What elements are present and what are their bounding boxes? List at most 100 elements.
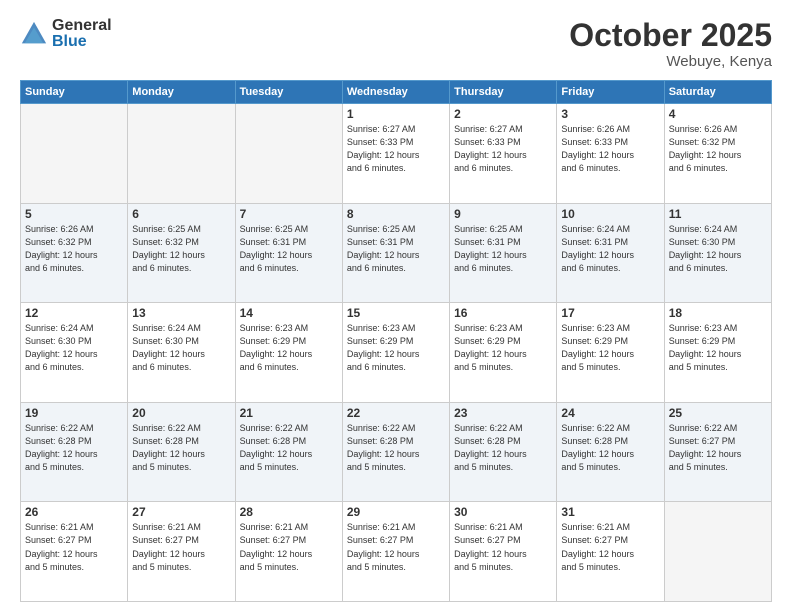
day-number: 30: [454, 505, 552, 519]
day-number: 2: [454, 107, 552, 121]
table-row: 10 Sunrise: 6:24 AM Sunset: 6:31 PM Dayli…: [557, 203, 664, 303]
day-info: Sunrise: 6:22 AM Sunset: 6:28 PM Dayligh…: [561, 422, 659, 474]
day-number: 25: [669, 406, 767, 420]
day-number: 9: [454, 207, 552, 221]
day-info: Sunrise: 6:24 AM Sunset: 6:30 PM Dayligh…: [132, 322, 230, 374]
table-row: 28Sunrise: 6:21 AM Sunset: 6:27 PM Dayli…: [235, 502, 342, 602]
day-info: Sunrise: 6:23 AM Sunset: 6:29 PM Dayligh…: [669, 322, 767, 374]
day-info: Sunrise: 6:24 AM Sunset: 6:30 PM Dayligh…: [669, 223, 767, 275]
table-row: 8 Sunrise: 6:25 AM Sunset: 6:31 PM Daylig…: [342, 203, 449, 303]
day-number: 10: [561, 207, 659, 221]
col-thursday: Thursday: [450, 81, 557, 104]
table-row: 31Sunrise: 6:21 AM Sunset: 6:27 PM Dayli…: [557, 502, 664, 602]
day-number: 20: [132, 406, 230, 420]
day-info: Sunrise: 6:26 AM Sunset: 6:33 PM Dayligh…: [561, 123, 659, 175]
table-row: 21Sunrise: 6:22 AM Sunset: 6:28 PM Dayli…: [235, 402, 342, 502]
table-row: 18 Sunrise: 6:23 AM Sunset: 6:29 PM Dayli…: [664, 303, 771, 403]
day-number: 12: [25, 306, 123, 320]
table-row: 26 Sunrise: 6:21 AM Sunset: 6:27 PM Dayli…: [21, 502, 128, 602]
day-number: 17: [561, 306, 659, 320]
day-info: Sunrise: 6:27 AM Sunset: 6:33 PM Dayligh…: [347, 123, 445, 175]
day-info: Sunrise: 6:22 AM Sunset: 6:28 PM Dayligh…: [25, 422, 123, 474]
day-number: 3: [561, 107, 659, 121]
day-number: 8: [347, 207, 445, 221]
day-number: 14: [240, 306, 338, 320]
month-title: October 2025: [569, 18, 772, 53]
day-info: Sunrise: 6:21 AM Sunset: 6:27 PM Dayligh…: [240, 521, 338, 573]
header-row: Sunday Monday Tuesday Wednesday Thursday…: [21, 81, 772, 104]
table-row: [128, 104, 235, 204]
day-info: Sunrise: 6:24 AM Sunset: 6:31 PM Dayligh…: [561, 223, 659, 275]
table-row: [235, 104, 342, 204]
day-number: 22: [347, 406, 445, 420]
table-row: 19Sunrise: 6:22 AM Sunset: 6:28 PM Dayli…: [21, 402, 128, 502]
day-number: 4: [669, 107, 767, 121]
day-info: Sunrise: 6:22 AM Sunset: 6:28 PM Dayligh…: [132, 422, 230, 474]
day-number: 11: [669, 207, 767, 221]
day-number: 7: [240, 207, 338, 221]
day-number: 13: [132, 306, 230, 320]
day-number: 1: [347, 107, 445, 121]
day-info: Sunrise: 6:25 AM Sunset: 6:31 PM Dayligh…: [347, 223, 445, 275]
col-wednesday: Wednesday: [342, 81, 449, 104]
day-info: Sunrise: 6:22 AM Sunset: 6:27 PM Dayligh…: [669, 422, 767, 474]
calendar-week-row: 12 Sunrise: 6:24 AM Sunset: 6:30 PM Dayli…: [21, 303, 772, 403]
table-row: 7Sunrise: 6:25 AM Sunset: 6:31 PM Daylig…: [235, 203, 342, 303]
day-info: Sunrise: 6:25 AM Sunset: 6:31 PM Dayligh…: [454, 223, 552, 275]
day-number: 6: [132, 207, 230, 221]
logo-icon: [20, 20, 48, 48]
page: General Blue October 2025 Webuye, Kenya …: [0, 0, 792, 612]
day-number: 23: [454, 406, 552, 420]
table-row: 5 Sunrise: 6:26 AM Sunset: 6:32 PM Daylig…: [21, 203, 128, 303]
table-row: 6Sunrise: 6:25 AM Sunset: 6:32 PM Daylig…: [128, 203, 235, 303]
header: General Blue October 2025 Webuye, Kenya: [20, 18, 772, 70]
day-info: Sunrise: 6:21 AM Sunset: 6:27 PM Dayligh…: [454, 521, 552, 573]
table-row: 15 Sunrise: 6:23 AM Sunset: 6:29 PM Dayli…: [342, 303, 449, 403]
title-block: October 2025 Webuye, Kenya: [569, 18, 772, 70]
table-row: 11 Sunrise: 6:24 AM Sunset: 6:30 PM Dayli…: [664, 203, 771, 303]
day-info: Sunrise: 6:22 AM Sunset: 6:28 PM Dayligh…: [454, 422, 552, 474]
day-number: 24: [561, 406, 659, 420]
table-row: [21, 104, 128, 204]
table-row: 27 Sunrise: 6:21 AM Sunset: 6:27 PM Dayli…: [128, 502, 235, 602]
logo-general: General: [52, 18, 112, 34]
day-number: 21: [240, 406, 338, 420]
table-row: 2Sunrise: 6:27 AM Sunset: 6:33 PM Daylig…: [450, 104, 557, 204]
table-row: 12Sunrise: 6:24 AM Sunset: 6:30 PM Dayli…: [21, 303, 128, 403]
col-monday: Monday: [128, 81, 235, 104]
table-row: 29 Sunrise: 6:21 AM Sunset: 6:27 PM Dayli…: [342, 502, 449, 602]
table-row: 16Sunrise: 6:23 AM Sunset: 6:29 PM Dayli…: [450, 303, 557, 403]
table-row: 30 Sunrise: 6:21 AM Sunset: 6:27 PM Dayli…: [450, 502, 557, 602]
calendar-week-row: 26 Sunrise: 6:21 AM Sunset: 6:27 PM Dayli…: [21, 502, 772, 602]
day-info: Sunrise: 6:21 AM Sunset: 6:27 PM Dayligh…: [132, 521, 230, 573]
day-number: 5: [25, 207, 123, 221]
day-number: 27: [132, 505, 230, 519]
calendar-week-row: 5 Sunrise: 6:26 AM Sunset: 6:32 PM Daylig…: [21, 203, 772, 303]
calendar-week-row: 1 Sunrise: 6:27 AM Sunset: 6:33 PM Daylig…: [21, 104, 772, 204]
day-number: 15: [347, 306, 445, 320]
table-row: 1 Sunrise: 6:27 AM Sunset: 6:33 PM Daylig…: [342, 104, 449, 204]
day-number: 29: [347, 505, 445, 519]
logo-blue: Blue: [52, 34, 112, 50]
day-info: Sunrise: 6:23 AM Sunset: 6:29 PM Dayligh…: [347, 322, 445, 374]
table-row: 4 Sunrise: 6:26 AM Sunset: 6:32 PM Daylig…: [664, 104, 771, 204]
day-info: Sunrise: 6:21 AM Sunset: 6:27 PM Dayligh…: [561, 521, 659, 573]
day-info: Sunrise: 6:26 AM Sunset: 6:32 PM Dayligh…: [25, 223, 123, 275]
table-row: 9 Sunrise: 6:25 AM Sunset: 6:31 PM Daylig…: [450, 203, 557, 303]
day-info: Sunrise: 6:26 AM Sunset: 6:32 PM Dayligh…: [669, 123, 767, 175]
table-row: 14Sunrise: 6:23 AM Sunset: 6:29 PM Dayli…: [235, 303, 342, 403]
day-info: Sunrise: 6:23 AM Sunset: 6:29 PM Dayligh…: [454, 322, 552, 374]
table-row: 25 Sunrise: 6:22 AM Sunset: 6:27 PM Dayli…: [664, 402, 771, 502]
day-number: 26: [25, 505, 123, 519]
table-row: 23 Sunrise: 6:22 AM Sunset: 6:28 PM Dayli…: [450, 402, 557, 502]
table-row: 3 Sunrise: 6:26 AM Sunset: 6:33 PM Daylig…: [557, 104, 664, 204]
col-tuesday: Tuesday: [235, 81, 342, 104]
calendar-week-row: 19Sunrise: 6:22 AM Sunset: 6:28 PM Dayli…: [21, 402, 772, 502]
day-number: 18: [669, 306, 767, 320]
col-saturday: Saturday: [664, 81, 771, 104]
day-info: Sunrise: 6:21 AM Sunset: 6:27 PM Dayligh…: [25, 521, 123, 573]
table-row: 24 Sunrise: 6:22 AM Sunset: 6:28 PM Dayli…: [557, 402, 664, 502]
day-info: Sunrise: 6:21 AM Sunset: 6:27 PM Dayligh…: [347, 521, 445, 573]
calendar: Sunday Monday Tuesday Wednesday Thursday…: [20, 80, 772, 602]
logo-text: General Blue: [52, 18, 112, 50]
